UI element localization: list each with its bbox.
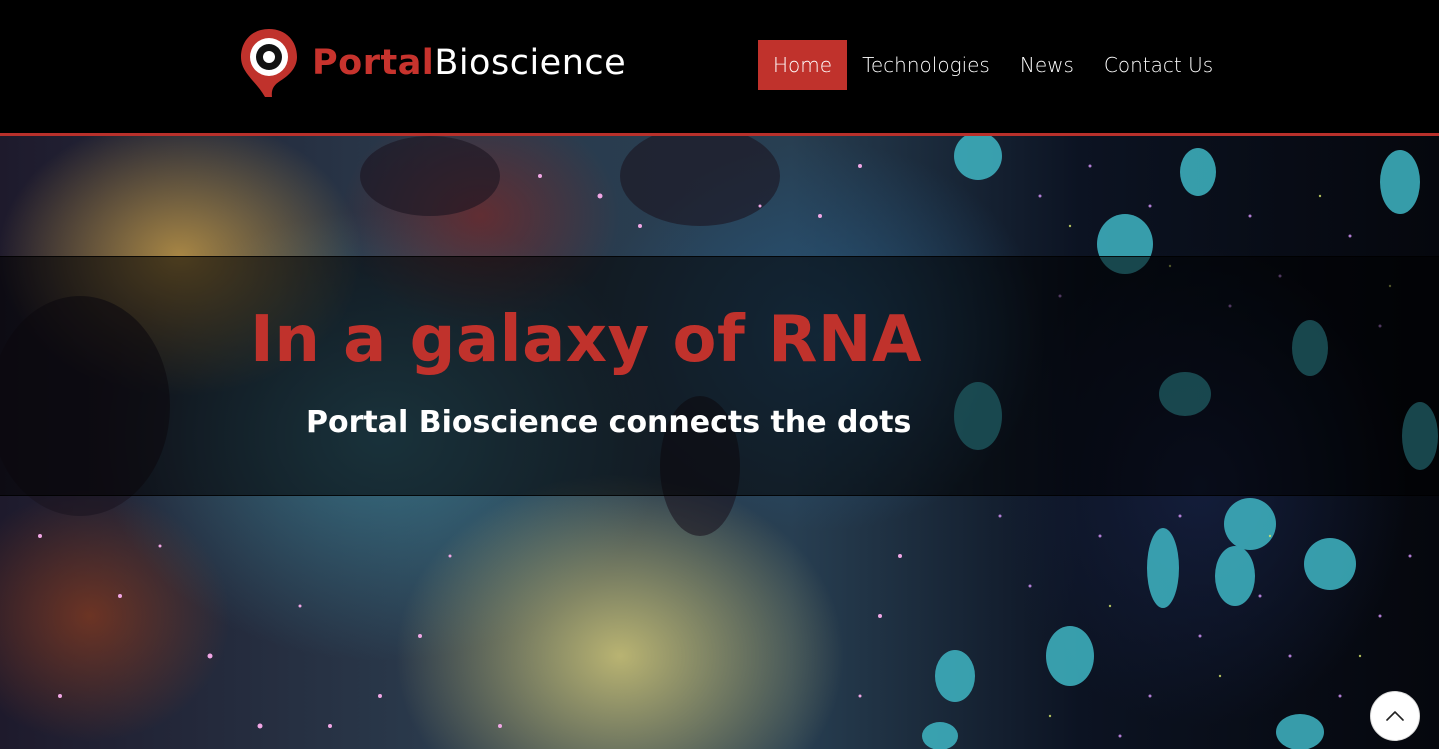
page: PortalBioscience Home Technologies News … — [0, 0, 1439, 749]
site-header: PortalBioscience Home Technologies News … — [0, 0, 1439, 134]
nav-item-technologies[interactable]: Technologies — [847, 40, 1005, 90]
hero-title: In a galaxy of RNA — [250, 303, 922, 377]
nav-item-home[interactable]: Home — [758, 40, 848, 90]
chevron-up-icon — [1386, 711, 1404, 721]
hero-subtitle: Portal Bioscience connects the dots — [306, 405, 912, 440]
nav-item-contact-us[interactable]: Contact Us — [1089, 40, 1228, 90]
logo-text-bioscience: Bioscience — [434, 42, 627, 83]
scroll-to-top-button[interactable] — [1370, 691, 1420, 741]
logo-text-portal: Portal — [312, 42, 435, 83]
nav-item-news[interactable]: News — [1005, 40, 1089, 90]
main-nav: Home Technologies News Contact Us — [758, 40, 1228, 90]
hero-section: In a galaxy of RNA Portal Bioscience con… — [0, 136, 1439, 749]
map-pin-eye-icon — [241, 29, 297, 97]
site-logo[interactable]: PortalBioscience — [238, 27, 626, 99]
site-logo-text: PortalBioscience — [312, 42, 627, 83]
